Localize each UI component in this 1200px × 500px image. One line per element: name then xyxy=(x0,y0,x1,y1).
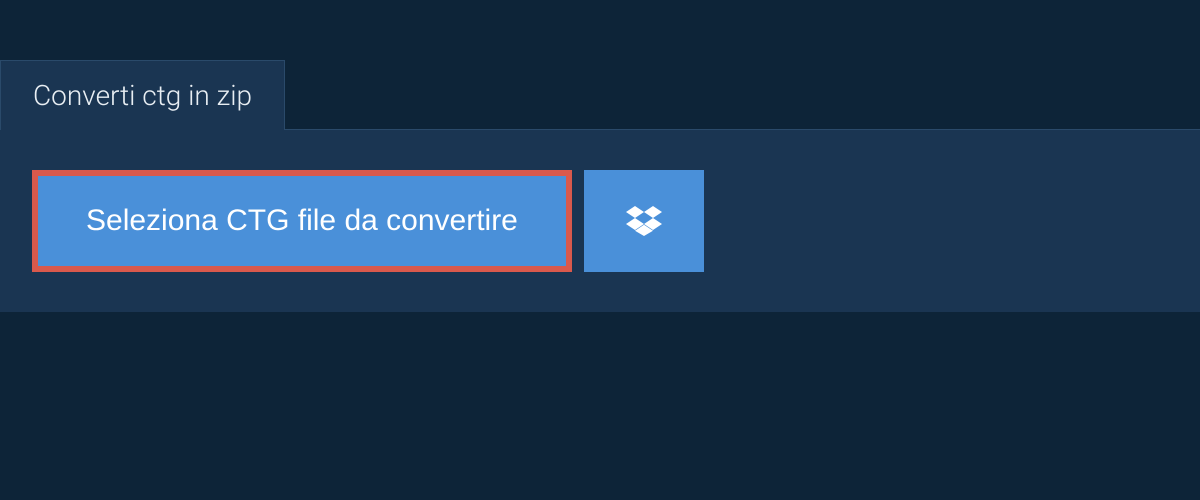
dropbox-icon xyxy=(626,203,662,239)
dropbox-button[interactable] xyxy=(584,170,704,272)
tab-label: Converti ctg in zip xyxy=(33,79,252,112)
tab-container: Converti ctg in zip Seleziona CTG file d… xyxy=(0,0,1200,312)
select-file-highlight: Seleziona CTG file da convertire xyxy=(32,170,572,272)
content-panel: Seleziona CTG file da convertire xyxy=(0,129,1200,312)
select-file-label: Seleziona CTG file da convertire xyxy=(86,204,518,237)
tab-convert[interactable]: Converti ctg in zip xyxy=(0,60,285,130)
button-row: Seleziona CTG file da convertire xyxy=(32,170,1168,272)
select-file-button[interactable]: Seleziona CTG file da convertire xyxy=(38,176,566,266)
